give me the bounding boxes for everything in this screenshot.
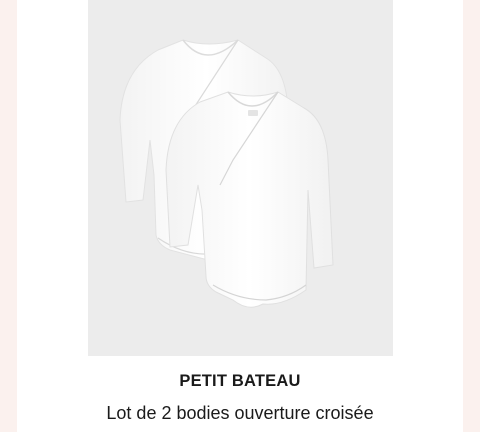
- product-brand[interactable]: PETIT BATEAU: [0, 372, 480, 391]
- label-tag: [248, 110, 258, 116]
- product-image[interactable]: [88, 0, 393, 356]
- product-card-frame: PETIT BATEAU Lot de 2 bodies ouverture c…: [0, 0, 480, 432]
- bodysuit-front: [165, 91, 334, 308]
- product-title[interactable]: Lot de 2 bodies ouverture croisée: [0, 403, 480, 424]
- left-edge: [0, 0, 17, 432]
- right-edge: [463, 0, 480, 432]
- bodysuit-pair-image: [119, 39, 334, 308]
